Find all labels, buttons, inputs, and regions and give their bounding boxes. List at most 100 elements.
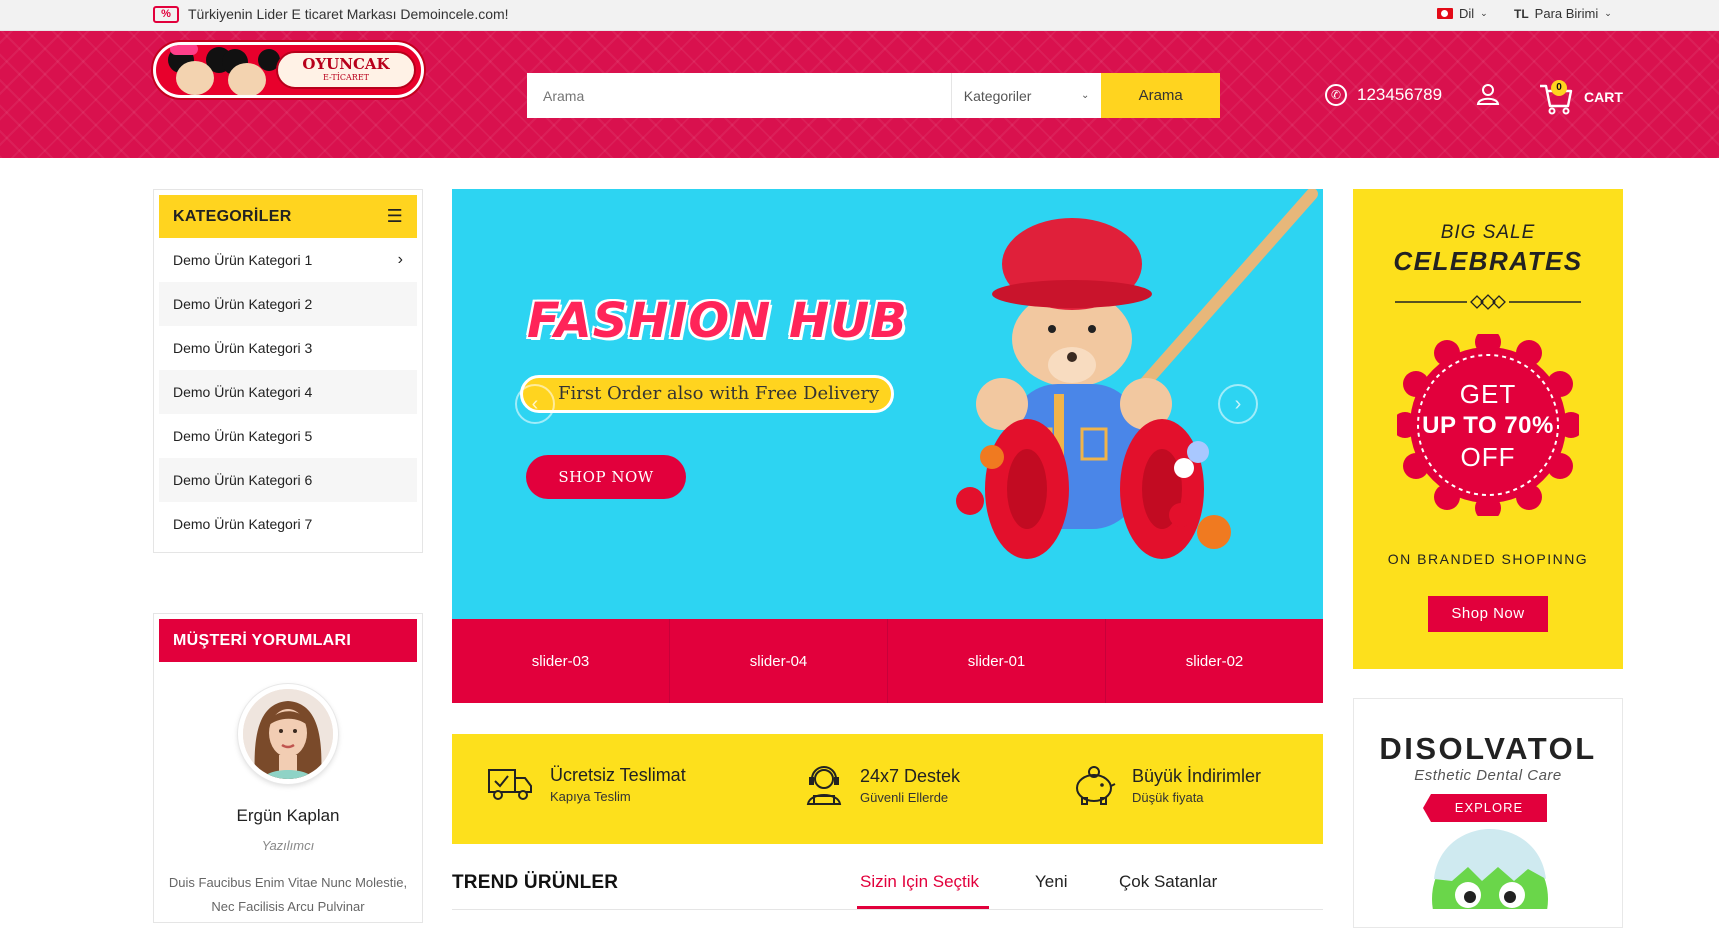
feature-subtitle: Güvenli Ellerde — [860, 789, 949, 805]
explore-button[interactable]: EXPLORE — [1423, 794, 1547, 822]
truck-icon — [488, 769, 532, 800]
disolvatol-banner[interactable]: DISOLVATOL Esthetic Dental Care EXPLORE — [1353, 698, 1623, 928]
category-header[interactable]: KATEGORİLER ☰ — [159, 195, 417, 238]
reviewer-role: Yazılımcı — [261, 838, 315, 853]
phone-icon: ✆ — [1325, 84, 1347, 106]
sale-line2: CELEBRATES — [1393, 246, 1583, 276]
sale-line3: ON BRANDED SHOPINNG — [1387, 551, 1589, 567]
search-button[interactable]: Arama — [1101, 73, 1220, 118]
customer-reviews: MÜŞTERİ YORUMLARI Ergün Kaplan Yazılımcı… — [153, 613, 423, 923]
logo-line1: OYUNCAK — [302, 55, 390, 73]
slider-prev-arrow-icon[interactable]: ‹ — [515, 384, 555, 424]
user-account-icon[interactable] — [1476, 82, 1500, 106]
cart-button[interactable]: 0 CART — [1538, 78, 1623, 116]
woman-portrait-icon — [243, 689, 333, 779]
promo-brand: DISOLVATOL — [1379, 731, 1597, 766]
tab-sizin-icin-sectik[interactable]: Sizin Için Seçtik — [860, 872, 979, 892]
category-list: Demo Ürün Kategori 1 › Demo Ürün Kategor… — [159, 238, 417, 546]
phone-contact[interactable]: ✆ 123456789 — [1325, 84, 1442, 106]
search-bar: Kategoriler ⌄ Arama — [527, 73, 1220, 118]
category-item-label: Demo Ürün Kategori 7 — [173, 516, 313, 532]
badge-line3: OFF — [1460, 442, 1516, 472]
reviewer-name: Ergün Kaplan — [236, 806, 340, 825]
slider-thumb[interactable]: slider-04 — [670, 619, 888, 703]
turkey-flag-icon — [1437, 8, 1453, 19]
phone-number: 123456789 — [1357, 85, 1443, 104]
support-agent-icon — [806, 766, 842, 805]
category-item[interactable]: Demo Ürün Kategori 3 — [159, 326, 417, 370]
sale-line1: BIG SALE — [1440, 222, 1536, 243]
category-select[interactable]: Kategoriler ⌄ — [950, 73, 1102, 118]
feature-title: Ücretsiz Teslimat — [550, 764, 686, 785]
badge-line2: UP TO 70% — [1422, 412, 1554, 439]
feature-item: Büyük İndirimler Düşük fiyata — [1072, 764, 1261, 806]
category-sidebar: KATEGORİLER ☰ Demo Ürün Kategori 1 › Dem… — [153, 189, 423, 553]
hero-slider: FASHION HUB First Order also with Free D… — [452, 189, 1323, 619]
category-item[interactable]: Demo Ürün Kategori 7 — [159, 502, 417, 546]
logo-plate: OYUNCAK E-TİCARET — [276, 51, 416, 89]
category-item[interactable]: Demo Ürün Kategori 5 — [159, 414, 417, 458]
slider-title: FASHION HUB — [527, 293, 908, 349]
logo-line2: E-TİCARET — [323, 73, 369, 82]
discount-badge-icon: % — [153, 6, 179, 23]
site-logo[interactable]: OYUNCAK E-TİCARET — [153, 42, 424, 98]
ornament-divider-icon — [1395, 294, 1581, 310]
top-bar: % Türkiyenin Lider E ticaret Markası Dem… — [0, 0, 1719, 31]
category-item-label: Demo Ürün Kategori 6 — [173, 472, 313, 488]
slider-thumbnails: slider-03 slider-04 slider-01 slider-02 — [452, 619, 1323, 703]
category-item-label: Demo Ürün Kategori 4 — [173, 384, 313, 400]
category-item-label: Demo Ürün Kategori 1 — [173, 252, 313, 268]
reviewer-avatar — [238, 684, 338, 784]
feature-item: Ücretsiz Teslimat Kapıya Teslim — [486, 764, 686, 804]
feature-title: 24x7 Destek — [860, 765, 961, 786]
category-item-label: Demo Ürün Kategori 2 — [173, 296, 313, 312]
language-selector[interactable]: Dil ⌄ — [1437, 6, 1488, 21]
language-label: Dil — [1459, 6, 1475, 21]
feature-subtitle: Düşük fiyata — [1132, 789, 1204, 805]
hamburger-menu-icon[interactable]: ☰ — [387, 206, 403, 227]
egg-toy-image — [1432, 829, 1548, 909]
cart-count-badge: 0 — [1551, 80, 1567, 96]
category-title: KATEGORİLER — [173, 207, 292, 225]
big-sale-banner[interactable]: BIG SALE CELEBRATES GET UP TO 70% OFF ON… — [1353, 189, 1623, 669]
badge-line1: GET — [1459, 379, 1517, 409]
announcement-text: Türkiyenin Lider E ticaret Markası Demoi… — [188, 6, 509, 22]
category-select-label: Kategoriler — [963, 87, 1032, 104]
feature-subtitle: Kapıya Teslim — [550, 788, 631, 804]
shop-now-button[interactable]: SHOP NOW — [526, 455, 686, 499]
category-item[interactable]: Demo Ürün Kategori 6 — [159, 458, 417, 502]
trend-products-title: TREND ÜRÜNLER — [452, 872, 619, 893]
category-item[interactable]: Demo Ürün Kategori 1 › — [159, 238, 417, 282]
slider-subtitle: First Order also with Free Delivery — [520, 375, 894, 413]
currency-code: TL — [1514, 6, 1529, 21]
category-item[interactable]: Demo Ürün Kategori 2 — [159, 282, 417, 326]
piggy-bank-icon — [1076, 766, 1116, 805]
chevron-down-icon: ⌄ — [1080, 90, 1090, 101]
chevron-down-icon: ⌄ — [1480, 8, 1488, 18]
search-input[interactable] — [527, 73, 951, 118]
feature-title: Büyük İndirimler — [1132, 765, 1262, 786]
category-item-label: Demo Ürün Kategori 3 — [173, 340, 313, 356]
wooden-bear-toy-image — [956, 189, 1318, 559]
chevron-down-icon: ⌄ — [1604, 8, 1612, 18]
reviews-header: MÜŞTERİ YORUMLARI — [159, 619, 417, 662]
mickey-minnie-logo-icon — [162, 45, 280, 95]
tabs-divider — [452, 909, 1323, 910]
category-item[interactable]: Demo Ürün Kategori 4 — [159, 370, 417, 414]
feature-item: 24x7 Destek Güvenli Ellerde — [804, 764, 960, 806]
cart-label: CART — [1584, 89, 1623, 105]
chevron-right-icon: › — [397, 251, 403, 268]
tab-yeni[interactable]: Yeni — [1035, 872, 1067, 892]
shop-now-banner-button[interactable]: Shop Now — [1428, 596, 1548, 632]
active-tab-indicator — [857, 906, 989, 909]
promo-tagline: Esthetic Dental Care — [1414, 767, 1562, 784]
badge-text: GET UP TO 70% OFF — [1397, 379, 1579, 473]
features-strip: Ücretsiz Teslimat Kapıya Teslim 24x7 Des… — [452, 734, 1323, 844]
currency-selector[interactable]: TL Para Birimi ⌄ — [1514, 6, 1612, 21]
category-item-label: Demo Ürün Kategori 5 — [173, 428, 313, 444]
slider-thumb[interactable]: slider-01 — [888, 619, 1106, 703]
currency-label: Para Birimi — [1534, 6, 1599, 21]
tab-cok-satanlar[interactable]: Çok Satanlar — [1119, 872, 1217, 892]
slider-thumb[interactable]: slider-03 — [452, 619, 670, 703]
slider-thumb[interactable]: slider-02 — [1106, 619, 1323, 703]
